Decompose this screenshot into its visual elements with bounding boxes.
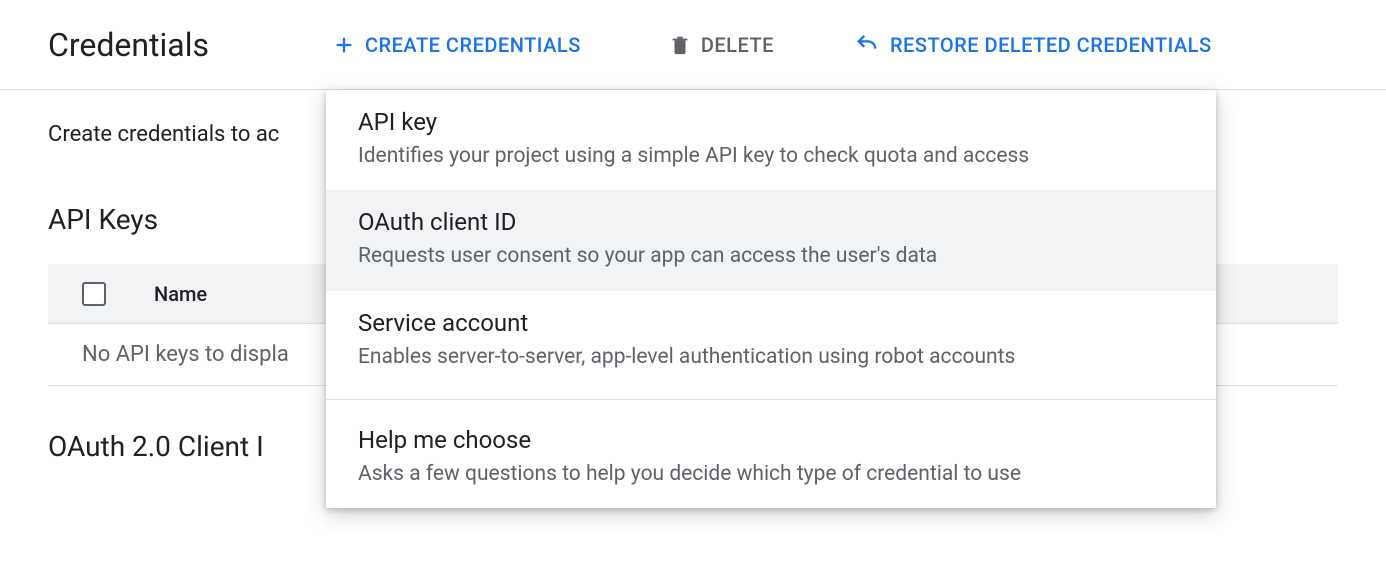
create-credentials-button[interactable]: Create Credentials: [317, 25, 597, 65]
menu-item-desc: Identifies your project using a simple A…: [358, 142, 1184, 170]
delete-button[interactable]: Delete: [653, 25, 790, 65]
restore-deleted-label: Restore Deleted Credentials: [890, 33, 1212, 57]
menu-item-title: Help me choose: [358, 426, 1184, 454]
plus-icon: [333, 34, 355, 56]
select-all-checkbox[interactable]: [82, 282, 106, 306]
menu-item-title: Service account: [358, 309, 1184, 337]
column-name-header: Name: [154, 282, 207, 306]
menu-item-help-me-choose[interactable]: Help me choose Asks a few questions to he…: [326, 408, 1216, 508]
menu-item-api-key[interactable]: API key Identifies your project using a s…: [326, 90, 1216, 190]
delete-label: Delete: [701, 33, 774, 57]
create-credentials-label: Create Credentials: [365, 33, 581, 57]
menu-item-desc: Enables server-to-server, app-level auth…: [358, 343, 1184, 371]
restore-deleted-button[interactable]: Restore Deleted Credentials: [838, 25, 1228, 65]
menu-item-desc: Asks a few questions to help you decide …: [358, 460, 1184, 488]
create-credentials-menu: API key Identifies your project using a s…: [326, 90, 1216, 508]
menu-item-service-account[interactable]: Service account Enables server-to-server,…: [326, 291, 1216, 391]
menu-item-oauth-client-id[interactable]: OAuth client ID Requests user consent so …: [326, 190, 1216, 290]
menu-item-title: OAuth client ID: [358, 208, 1184, 236]
menu-item-title: API key: [358, 108, 1184, 136]
menu-item-desc: Requests user consent so your app can ac…: [358, 242, 1184, 270]
trash-icon: [669, 33, 691, 57]
menu-divider: [326, 399, 1216, 400]
page-title: Credentials: [48, 26, 209, 64]
undo-icon: [854, 34, 880, 56]
toolbar: Credentials Create Credentials Delete Re…: [0, 0, 1386, 90]
